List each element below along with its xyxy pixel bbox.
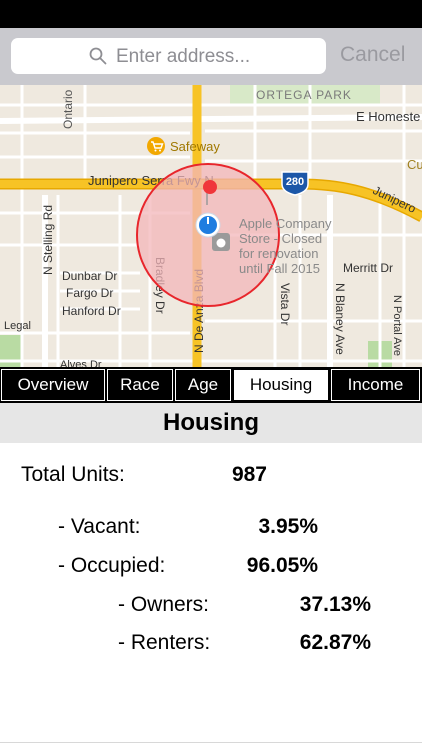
map-label-apple-store-4: until Fall 2015 bbox=[239, 261, 320, 276]
owners-label: - Owners: bbox=[118, 593, 210, 616]
map-label-safeway: Safeway bbox=[170, 139, 220, 154]
occupied-label: - Occupied: bbox=[58, 554, 166, 577]
search-input[interactable]: Enter address... bbox=[11, 38, 326, 74]
apple-store-icon[interactable] bbox=[212, 233, 230, 251]
map-label-alves: Alves Dr bbox=[60, 359, 102, 367]
map-label-merritt: Merritt Dr bbox=[343, 261, 393, 275]
highway-280-shield: 280 bbox=[281, 171, 309, 196]
tab-age[interactable]: Age bbox=[175, 369, 231, 401]
search-icon bbox=[89, 47, 107, 65]
tab-housing[interactable]: Housing bbox=[233, 369, 329, 401]
tab-overview[interactable]: Overview bbox=[1, 369, 105, 401]
renters-label: - Renters: bbox=[118, 631, 211, 654]
map-label-n-blaney: N Blaney Ave bbox=[333, 283, 347, 355]
vacant-value: 3.95% bbox=[258, 515, 318, 538]
map-label-vista: Vista Dr bbox=[278, 283, 292, 325]
map-label-apple-store-2: Store - Closed bbox=[239, 231, 322, 246]
map-label-dunbar: Dunbar Dr bbox=[62, 269, 117, 283]
map-label-apple-store-3: for renovation bbox=[239, 246, 319, 261]
shopping-cart-icon[interactable] bbox=[147, 137, 165, 155]
map-label-legal: Legal bbox=[4, 320, 31, 332]
tab-bar: Overview Race Age Housing Income bbox=[0, 367, 422, 403]
vacant-label: - Vacant: bbox=[58, 515, 141, 538]
map-label-apple-store-1: Apple Company bbox=[239, 216, 332, 231]
map-label-n-portal: N Portal Ave bbox=[391, 295, 403, 356]
map-label-n-stelling: N Stelling Rd bbox=[41, 205, 55, 275]
map-label-e-homestead: E Homeste bbox=[356, 109, 420, 124]
tab-income[interactable]: Income bbox=[331, 369, 420, 401]
map-label-ortega-park: ORTEGA PARK bbox=[256, 88, 352, 102]
occupied-value: 96.05% bbox=[246, 554, 318, 577]
section-title: Housing bbox=[0, 403, 422, 443]
owners-value: 37.13% bbox=[299, 593, 371, 616]
total-units-value: 987 bbox=[231, 463, 267, 486]
map-label-hanford: Hanford Dr bbox=[62, 304, 121, 318]
map-label-cu: Cu bbox=[407, 157, 422, 172]
map-label-fargo: Fargo Dr bbox=[66, 286, 113, 300]
status-bar bbox=[0, 0, 422, 28]
total-units-label: Total Units: bbox=[21, 463, 125, 486]
map-view[interactable]: ORTEGA PARK E Homeste Cu Junipero Serra … bbox=[0, 85, 422, 367]
map-label-ontario: Ontario bbox=[61, 89, 75, 129]
cancel-button[interactable]: Cancel bbox=[340, 43, 405, 67]
svg-text:280: 280 bbox=[286, 176, 304, 188]
current-location-icon bbox=[195, 212, 221, 238]
search-bar: Enter address... Cancel bbox=[0, 28, 422, 85]
renters-value: 62.87% bbox=[299, 631, 371, 654]
search-placeholder: Enter address... bbox=[116, 46, 251, 67]
tab-race[interactable]: Race bbox=[107, 369, 173, 401]
